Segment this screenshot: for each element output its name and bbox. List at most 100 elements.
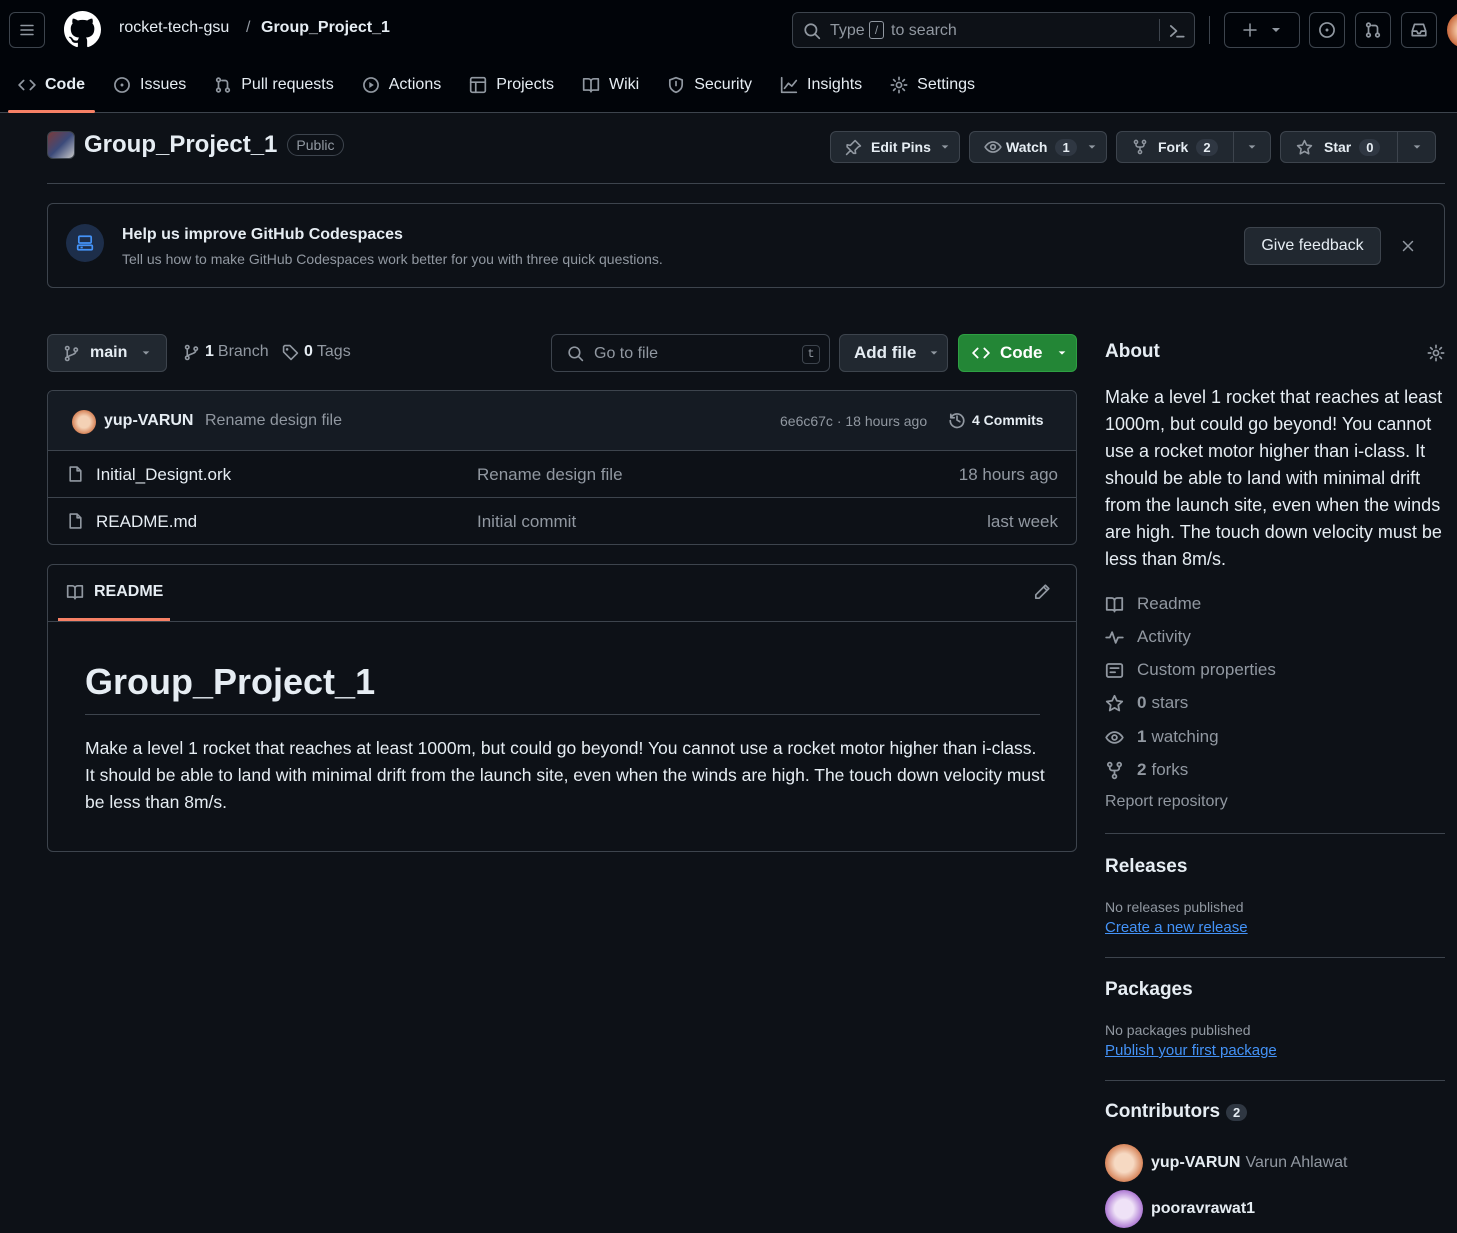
contributor-item[interactable]: pooravrawat1	[1105, 1190, 1445, 1228]
releases-title[interactable]: Releases	[1105, 856, 1445, 878]
org-avatar[interactable]	[47, 131, 75, 159]
issue-icon	[114, 77, 130, 93]
pulls-shortcut-button[interactable]	[1355, 12, 1391, 48]
readme-heading: Group_Project_1	[85, 661, 376, 702]
command-palette-icon[interactable]	[1168, 22, 1186, 40]
file-listing: yup-VARUN Rename design file 6e6c67c · 1…	[47, 390, 1077, 545]
repo-name[interactable]: Group_Project_1	[84, 131, 277, 159]
tab-actions[interactable]: Actions	[352, 66, 451, 104]
code-label: Code	[1000, 343, 1043, 362]
breadcrumb-org[interactable]: rocket-tech-gsu	[119, 19, 229, 37]
avatar[interactable]	[1105, 1190, 1143, 1228]
search-icon	[804, 23, 821, 40]
star-icon	[1105, 694, 1124, 711]
menu-button[interactable]	[9, 12, 45, 48]
github-logo-icon[interactable]	[64, 11, 101, 48]
eye-icon	[984, 141, 1002, 153]
tab-security[interactable]: Security	[657, 66, 762, 104]
give-feedback-button[interactable]: Give feedback	[1244, 227, 1381, 265]
edit-pins-button[interactable]: Edit Pins	[830, 131, 960, 163]
tab-label: Security	[694, 76, 753, 93]
play-icon	[362, 77, 379, 93]
code-button[interactable]: Code	[958, 334, 1077, 372]
about-custom-properties-link[interactable]: Custom properties	[1105, 660, 1276, 680]
contributors-title[interactable]: Contributors	[1105, 1101, 1220, 1123]
gear-icon	[890, 76, 908, 94]
pin-icon	[845, 139, 862, 155]
add-file-button[interactable]: Add file	[839, 334, 948, 372]
fork-button[interactable]: Fork 2	[1117, 132, 1234, 162]
report-repository-link[interactable]: Report repository	[1105, 793, 1228, 811]
about-readme-link[interactable]: Readme	[1105, 594, 1201, 614]
book-icon	[582, 77, 600, 93]
branch-selector[interactable]: main	[47, 334, 167, 372]
go-to-file-input[interactable]: Go to file t	[551, 334, 830, 372]
tab-wiki[interactable]: Wiki	[572, 66, 649, 104]
tag-icon	[282, 344, 299, 360]
tab-projects[interactable]: Projects	[459, 66, 564, 104]
readme-panel: README Group_Project_1 Make a level 1 ro…	[47, 564, 1077, 852]
search-shortcut-key: /	[869, 21, 884, 39]
contributor-login[interactable]: yup-VARUN	[1151, 1154, 1240, 1172]
tab-insights[interactable]: Insights	[770, 66, 872, 104]
activity-label: Activity	[1137, 627, 1191, 646]
global-search-input[interactable]: Type / to search	[792, 12, 1195, 48]
create-new-button[interactable]	[1224, 12, 1300, 48]
about-forks-link[interactable]: 2 forks	[1105, 760, 1188, 780]
file-commit-message[interactable]: Rename design file	[477, 465, 623, 485]
file-name[interactable]: Initial_Designt.ork	[96, 465, 231, 485]
file-name[interactable]: README.md	[96, 512, 197, 532]
code-icon	[18, 79, 36, 91]
file-commit-message[interactable]: Initial commit	[477, 512, 576, 532]
pencil-icon[interactable]	[1033, 583, 1051, 601]
readme-body: Make a level 1 rocket that reaches at le…	[85, 738, 1045, 812]
publish-package-link[interactable]: Publish your first package	[1105, 1042, 1277, 1059]
contributors-header: Contributors 2	[1105, 1101, 1445, 1123]
watch-button[interactable]: Watch 1	[969, 131, 1107, 163]
commits-link[interactable]: 4 Commits	[948, 411, 1044, 429]
file-row[interactable]: Initial_Designt.ork Rename design file 1…	[48, 451, 1076, 498]
breadcrumb-repo[interactable]: Group_Project_1	[261, 19, 390, 37]
search-icon	[568, 346, 584, 362]
star-button[interactable]: Star 0	[1281, 132, 1398, 162]
tags-link[interactable]: 0 Tags	[282, 343, 351, 361]
create-release-link[interactable]: Create a new release	[1105, 919, 1248, 936]
notifications-button[interactable]	[1401, 12, 1437, 48]
branches-link[interactable]: 1 Branch	[183, 343, 269, 361]
book-icon	[66, 584, 84, 600]
packages-title[interactable]: Packages	[1105, 979, 1445, 1001]
commit-author[interactable]: yup-VARUN	[104, 412, 193, 430]
gear-icon[interactable]	[1427, 344, 1445, 362]
fork-icon	[1106, 761, 1123, 779]
star-count: 0	[1359, 138, 1381, 156]
user-avatar[interactable]	[1447, 12, 1457, 48]
about-watching-link[interactable]: 1 watching	[1105, 727, 1219, 747]
file-row[interactable]: README.md Initial commit last week	[48, 498, 1076, 544]
issues-shortcut-button[interactable]	[1309, 12, 1345, 48]
about-stars-link[interactable]: 0 stars	[1105, 693, 1188, 713]
watch-count: 1	[1055, 138, 1077, 156]
star-label: Star	[1324, 139, 1352, 155]
branch-icon	[184, 344, 199, 360]
readme-tab[interactable]: README	[58, 565, 170, 621]
commit-message[interactable]: Rename design file	[205, 412, 342, 430]
avatar[interactable]	[72, 410, 96, 434]
about-activity-link[interactable]: Activity	[1105, 627, 1191, 647]
star-menu-button[interactable]	[1398, 142, 1435, 152]
readme-tab-label: README	[94, 582, 164, 600]
tab-issues[interactable]: Issues	[103, 66, 196, 104]
avatar[interactable]	[1105, 1144, 1143, 1182]
file-icon	[69, 466, 82, 482]
tab-settings[interactable]: Settings	[880, 66, 985, 104]
create-release-link-wrap: Create a new release	[1105, 919, 1445, 937]
commit-meta[interactable]: 6e6c67c · 18 hours ago	[780, 413, 927, 429]
tab-code[interactable]: Code	[8, 66, 95, 113]
tab-pull-requests[interactable]: Pull requests	[204, 66, 344, 104]
contributor-login[interactable]: pooravrawat1	[1151, 1200, 1255, 1218]
visibility-badge: Public	[287, 134, 344, 156]
fork-menu-button[interactable]	[1234, 142, 1270, 152]
tab-label: Code	[45, 76, 85, 93]
pull-request-icon	[1365, 22, 1381, 38]
contributor-item[interactable]: yup-VARUN Varun Ahlawat	[1105, 1144, 1445, 1182]
close-icon[interactable]	[1400, 238, 1416, 254]
